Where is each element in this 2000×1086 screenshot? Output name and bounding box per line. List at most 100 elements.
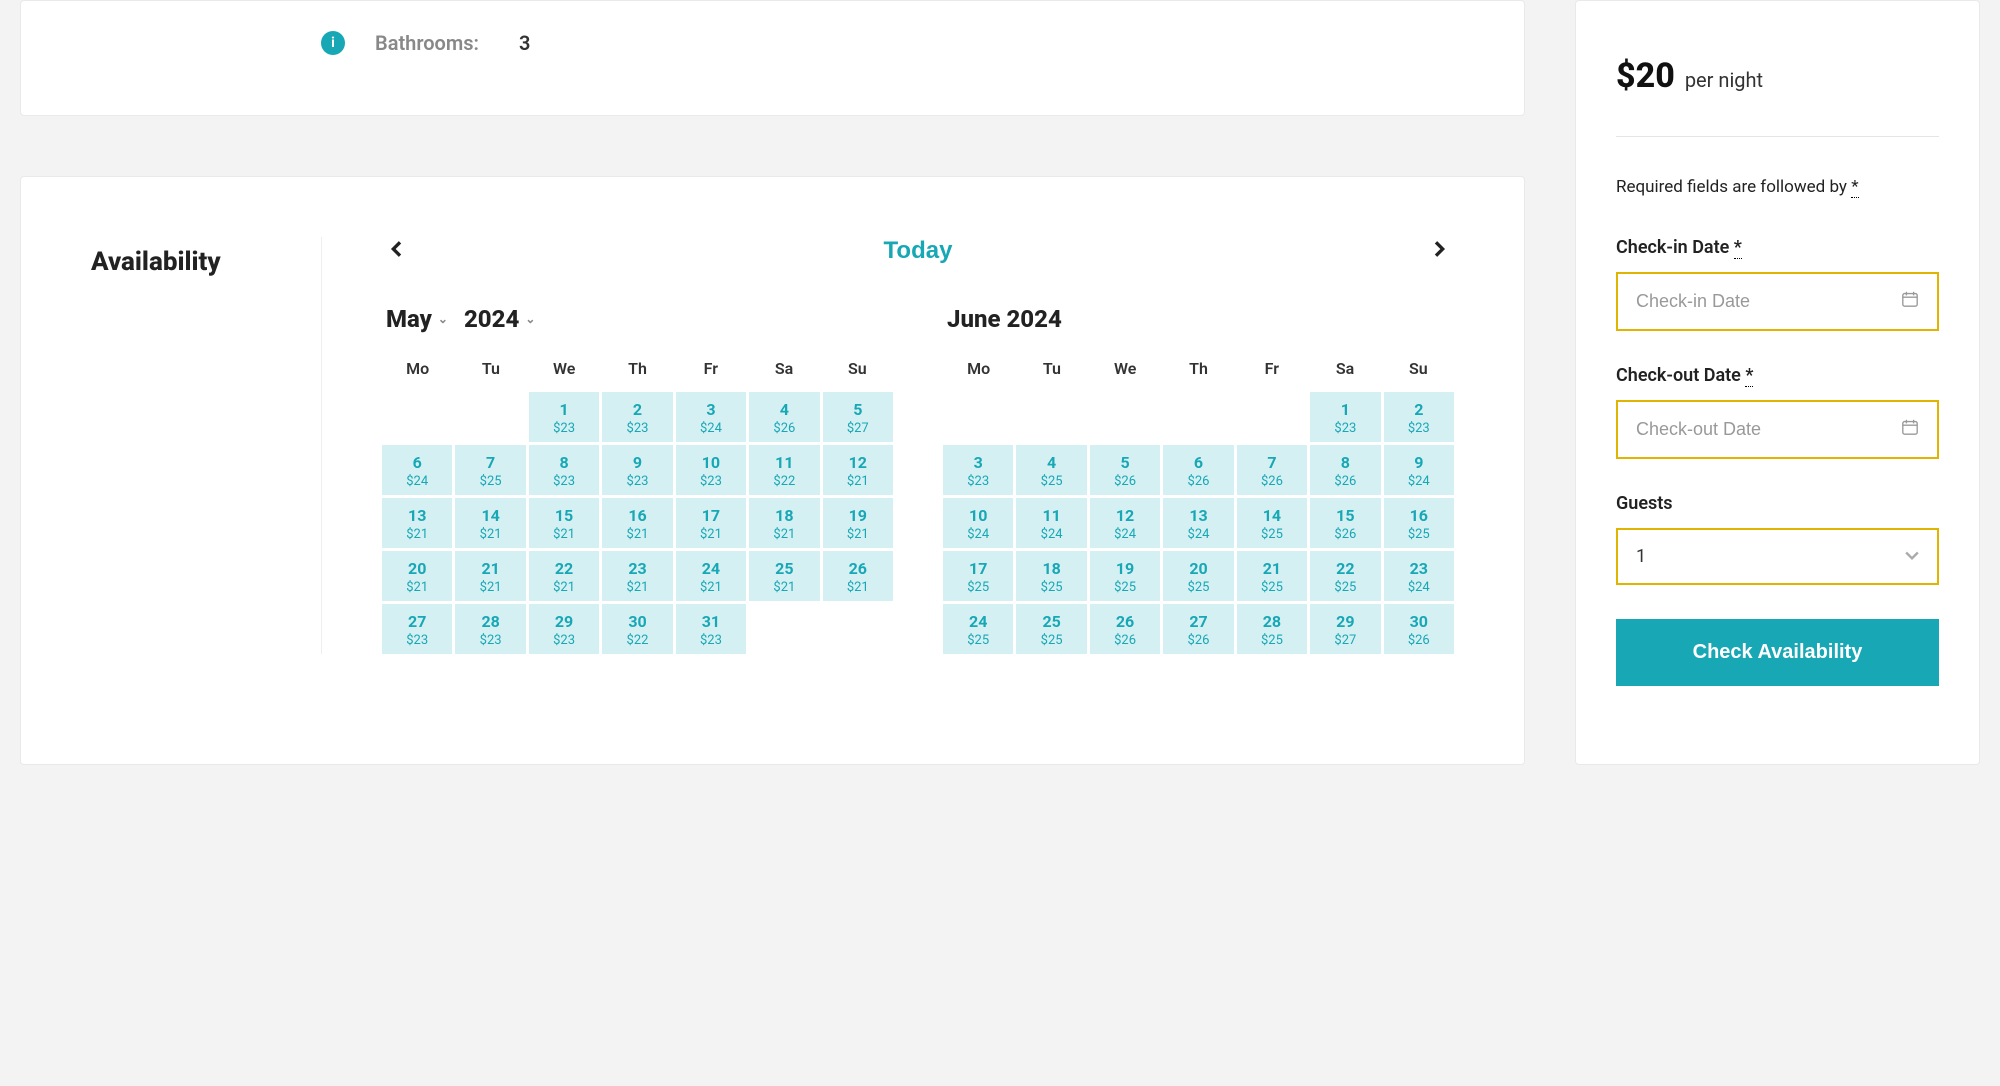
chevron-right-icon <box>1434 241 1446 257</box>
calendar-day[interactable]: 27$23 <box>382 604 452 654</box>
calendar-day[interactable]: 6$26 <box>1163 445 1233 495</box>
calendar-icon <box>1901 290 1919 313</box>
day-price: $26 <box>1165 633 1231 648</box>
calendar-day[interactable]: 5$26 <box>1090 445 1160 495</box>
day-number: 23 <box>1386 559 1452 578</box>
calendar-day[interactable]: 23$21 <box>602 551 672 601</box>
chevron-down-icon <box>1905 549 1919 565</box>
calendar-day[interactable]: 27$26 <box>1163 604 1233 654</box>
day-number: 25 <box>1018 612 1084 631</box>
calendar-day[interactable]: 11$22 <box>749 445 819 495</box>
checkin-input[interactable] <box>1636 291 1891 312</box>
calendar-day[interactable]: 4$26 <box>749 392 819 442</box>
calendar-day[interactable]: 8$23 <box>529 445 599 495</box>
calendar-prev-button[interactable] <box>390 240 402 263</box>
day-price: $24 <box>1386 474 1452 489</box>
day-number: 8 <box>1312 453 1378 472</box>
day-price: $21 <box>678 527 744 542</box>
checkin-input-wrap[interactable] <box>1616 272 1939 331</box>
day-number: 19 <box>1092 559 1158 578</box>
calendar-day[interactable]: 14$21 <box>455 498 525 548</box>
calendar-day[interactable]: 18$25 <box>1016 551 1086 601</box>
day-number: 3 <box>678 400 744 419</box>
calendar-day[interactable]: 8$26 <box>1310 445 1380 495</box>
calendar-day[interactable]: 19$25 <box>1090 551 1160 601</box>
calendar-day[interactable]: 3$24 <box>676 392 746 442</box>
calendar-day[interactable]: 1$23 <box>1310 392 1380 442</box>
calendar-day[interactable]: 13$24 <box>1163 498 1233 548</box>
calendar-day[interactable]: 3$23 <box>943 445 1013 495</box>
calendar-day[interactable]: 30$22 <box>602 604 672 654</box>
day-price: $26 <box>1239 474 1305 489</box>
weekday-label: Mo <box>382 353 453 384</box>
calendar-day[interactable]: 19$21 <box>823 498 893 548</box>
calendar-day[interactable]: 26$26 <box>1090 604 1160 654</box>
calendar-day[interactable]: 20$25 <box>1163 551 1233 601</box>
calendar-day[interactable]: 10$23 <box>676 445 746 495</box>
day-number: 13 <box>384 506 450 525</box>
weekday-label: Mo <box>943 353 1014 384</box>
year-select[interactable]: 2024⌄ <box>464 305 535 333</box>
calendar-day[interactable]: 22$25 <box>1310 551 1380 601</box>
calendar-day[interactable]: 25$25 <box>1016 604 1086 654</box>
today-button[interactable]: Today <box>884 237 953 265</box>
calendar-day[interactable]: 30$26 <box>1384 604 1454 654</box>
per-night-label: per night <box>1685 68 1763 92</box>
calendar-day[interactable]: 18$21 <box>749 498 819 548</box>
calendar-day[interactable]: 13$21 <box>382 498 452 548</box>
calendar-day[interactable]: 24$25 <box>943 604 1013 654</box>
calendar-day[interactable]: 22$21 <box>529 551 599 601</box>
weekday-label: Fr <box>1236 353 1307 384</box>
check-availability-button[interactable]: Check Availability <box>1616 619 1939 686</box>
calendar-day[interactable]: 31$23 <box>676 604 746 654</box>
checkout-input[interactable] <box>1636 419 1891 440</box>
calendar-day[interactable]: 6$24 <box>382 445 452 495</box>
calendar-day[interactable]: 20$21 <box>382 551 452 601</box>
day-price: $23 <box>678 474 744 489</box>
calendar-day[interactable]: 11$24 <box>1016 498 1086 548</box>
day-price: $21 <box>531 527 597 542</box>
calendar-day[interactable]: 23$24 <box>1384 551 1454 601</box>
bathrooms-value: 3 <box>519 31 530 55</box>
calendar-day[interactable]: 21$25 <box>1237 551 1307 601</box>
day-number: 21 <box>1239 559 1305 578</box>
chevron-down-icon: ⌄ <box>525 312 535 326</box>
checkout-input-wrap[interactable] <box>1616 400 1939 459</box>
calendar-day[interactable]: 2$23 <box>602 392 672 442</box>
calendar-day[interactable]: 15$26 <box>1310 498 1380 548</box>
weekday-label: Sa <box>1309 353 1380 384</box>
calendar-day[interactable]: 4$25 <box>1016 445 1086 495</box>
calendar-day[interactable]: 29$23 <box>529 604 599 654</box>
calendar-day[interactable]: 26$21 <box>823 551 893 601</box>
calendar-day[interactable]: 15$21 <box>529 498 599 548</box>
calendar-day[interactable]: 7$26 <box>1237 445 1307 495</box>
calendar-day[interactable]: 5$27 <box>823 392 893 442</box>
calendar-next-button[interactable] <box>1434 240 1446 263</box>
calendar-icon <box>1901 418 1919 441</box>
calendar-day[interactable]: 12$24 <box>1090 498 1160 548</box>
day-price: $23 <box>531 474 597 489</box>
calendar-day[interactable]: 17$25 <box>943 551 1013 601</box>
calendar-day[interactable]: 9$23 <box>602 445 672 495</box>
calendar-day[interactable]: 28$23 <box>455 604 525 654</box>
calendar-day[interactable]: 10$24 <box>943 498 1013 548</box>
calendar-day[interactable]: 24$21 <box>676 551 746 601</box>
day-price: $25 <box>1239 580 1305 595</box>
month-select[interactable]: May⌄ <box>386 305 448 333</box>
calendar-day[interactable]: 25$21 <box>749 551 819 601</box>
calendar-day[interactable]: 14$25 <box>1237 498 1307 548</box>
calendar-day[interactable]: 28$25 <box>1237 604 1307 654</box>
calendar-day[interactable]: 21$21 <box>455 551 525 601</box>
calendar-day[interactable]: 16$21 <box>602 498 672 548</box>
guests-select[interactable]: 1 <box>1616 528 1939 585</box>
calendar-day[interactable]: 9$24 <box>1384 445 1454 495</box>
calendar-day[interactable]: 7$25 <box>455 445 525 495</box>
calendar-day[interactable]: 17$21 <box>676 498 746 548</box>
calendar-day[interactable]: 29$27 <box>1310 604 1380 654</box>
calendar-day[interactable]: 16$25 <box>1384 498 1454 548</box>
availability-card: Availability Today May⌄2024⌄MoTuWeThFrSa… <box>20 176 1525 765</box>
day-number: 15 <box>531 506 597 525</box>
calendar-day[interactable]: 1$23 <box>529 392 599 442</box>
calendar-day[interactable]: 12$21 <box>823 445 893 495</box>
calendar-day[interactable]: 2$23 <box>1384 392 1454 442</box>
